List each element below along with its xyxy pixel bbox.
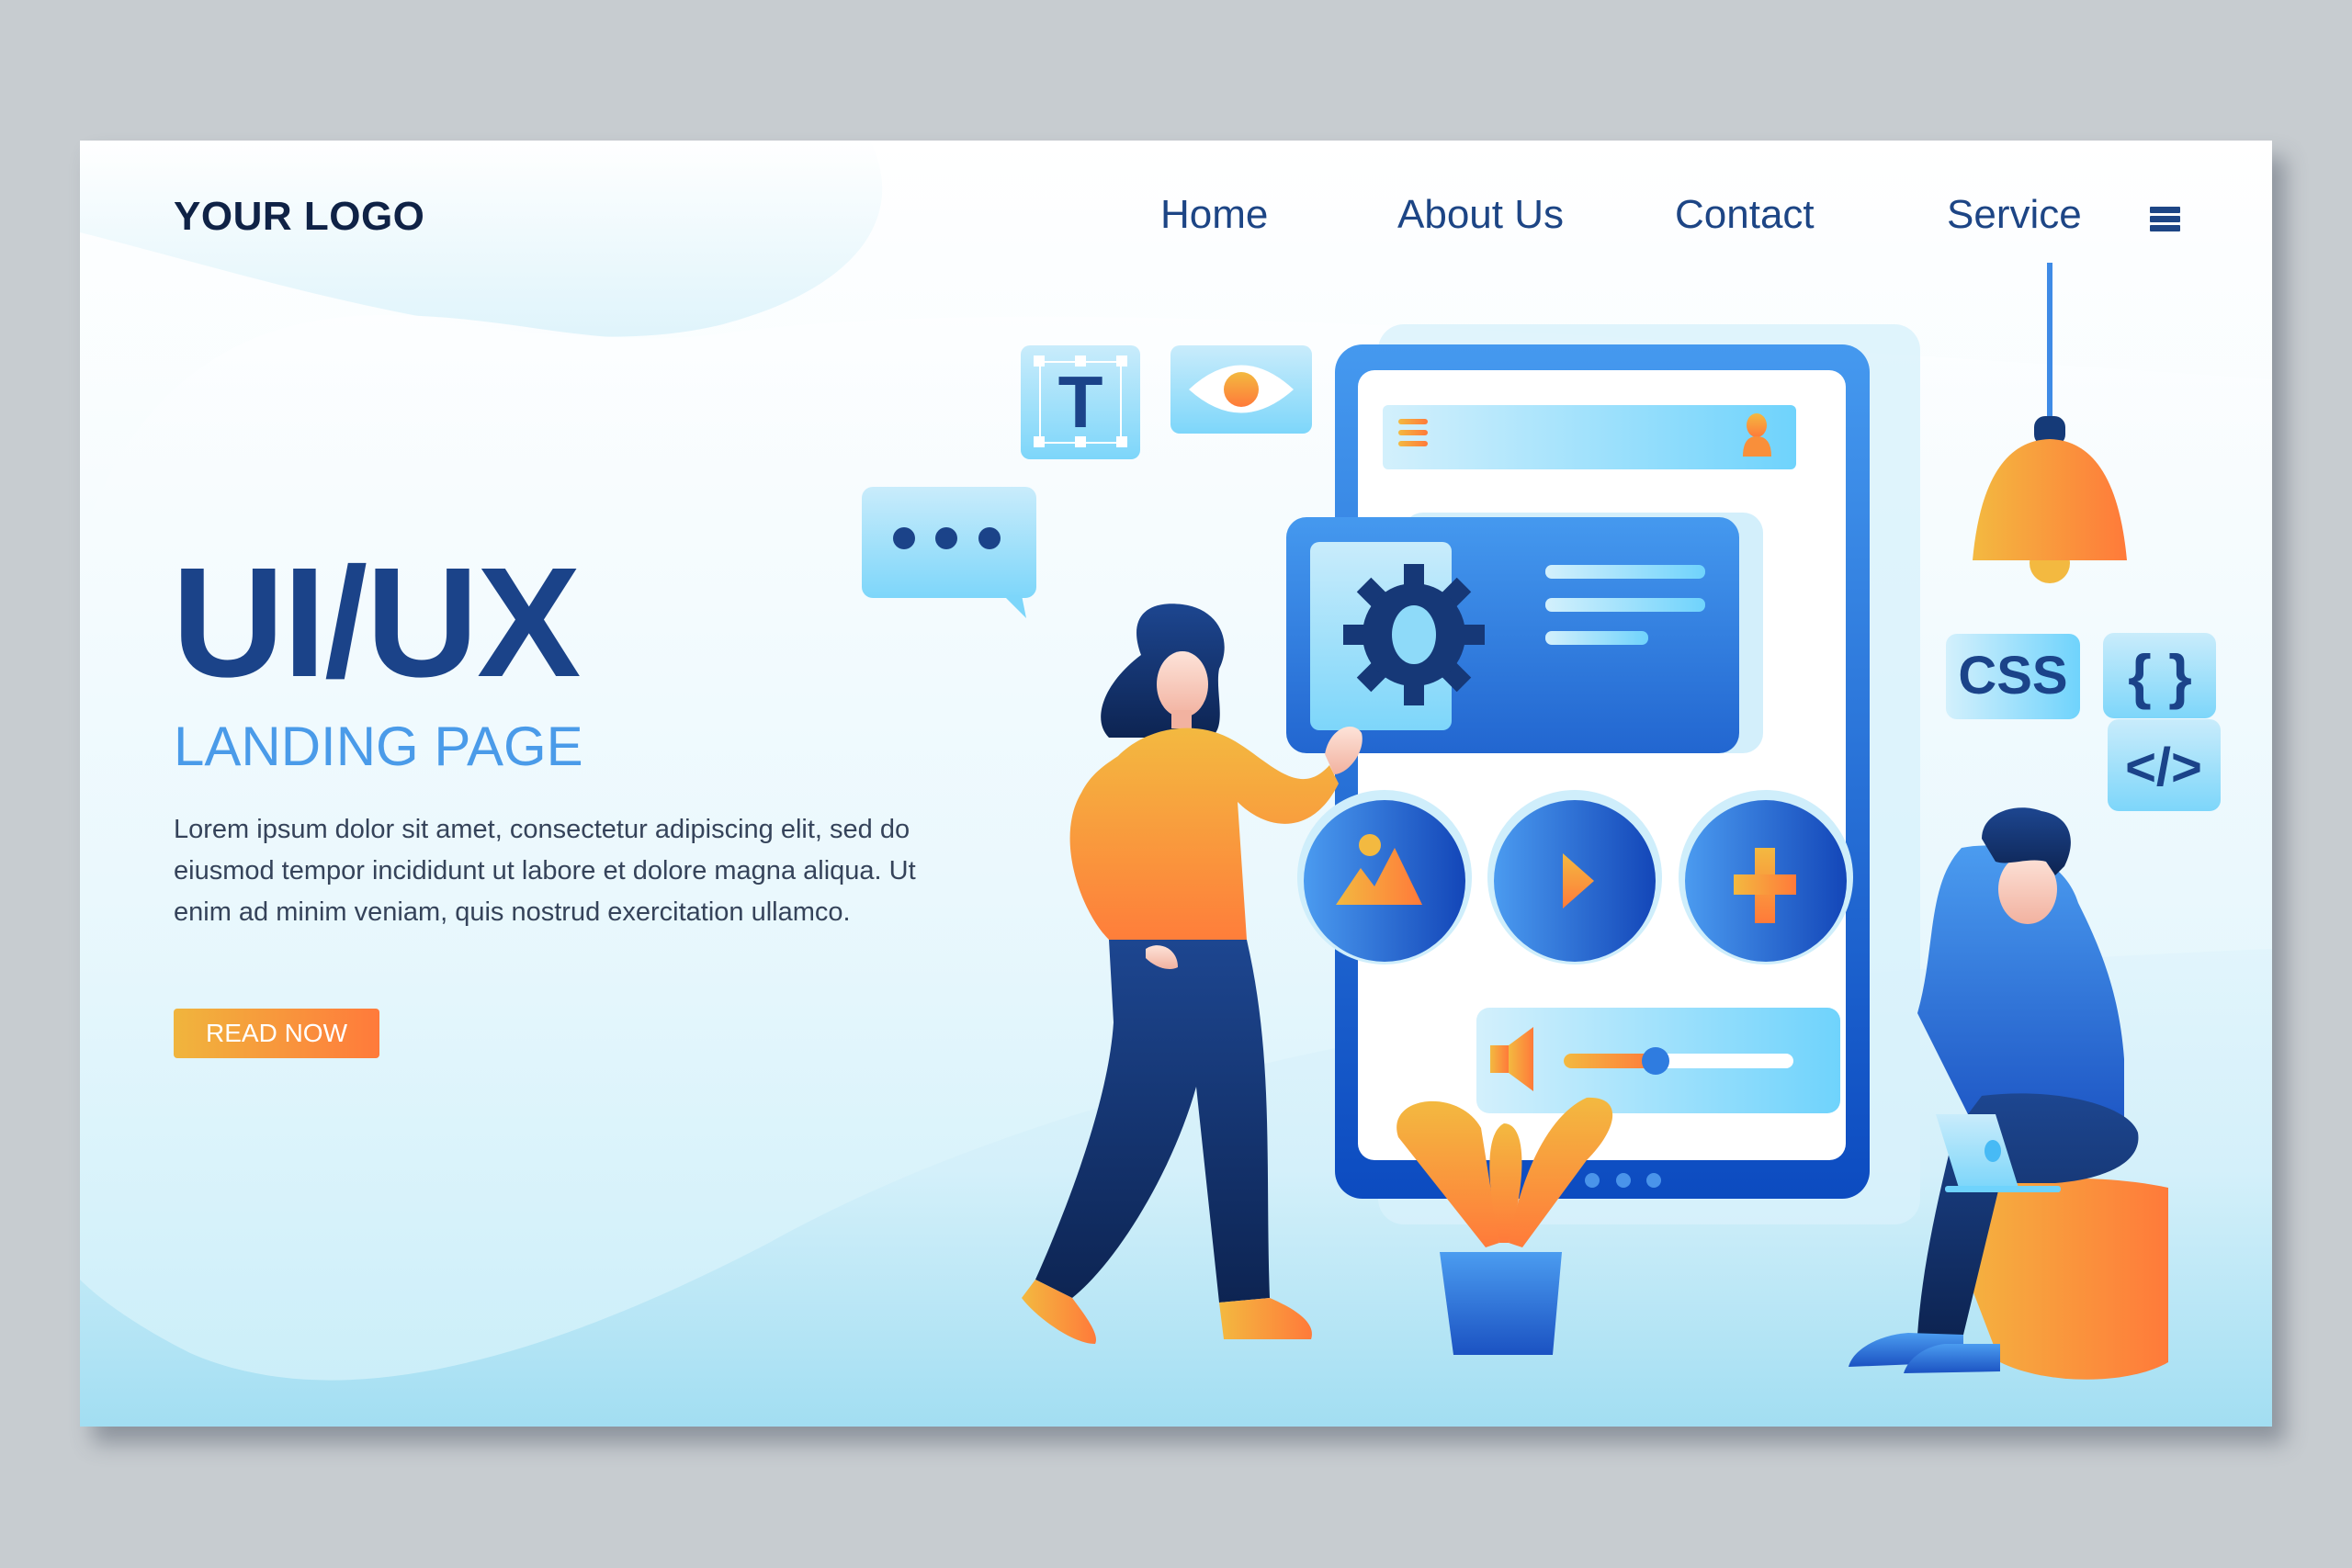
phone-mockup — [1286, 344, 1870, 1199]
lamp-icon — [1973, 263, 2127, 583]
eye-icon — [1170, 345, 1312, 434]
text-tool-icon: T — [1021, 345, 1140, 459]
plus-icon — [1685, 800, 1847, 962]
text-tool-glyph: T — [1058, 361, 1103, 443]
chat-bubble-icon — [862, 487, 1036, 618]
volume-knob[interactable] — [1642, 1047, 1669, 1075]
hero-illustration: T CSS {} </> — [862, 263, 2221, 1380]
braces-tag-icon: { } — [2103, 633, 2216, 718]
play-icon — [1494, 800, 1656, 962]
code-tag-icon: </> — [2108, 719, 2221, 811]
gear-icon — [1343, 564, 1485, 705]
css-label: CSS — [1958, 646, 2067, 705]
menu-lines-icon — [1398, 419, 1428, 446]
css-tag-icon: CSS — [1946, 634, 2080, 719]
landing-page-card: YOUR LOGO Home About Us Contact Service … — [80, 141, 2272, 1427]
image-icon — [1304, 800, 1465, 962]
phone-top-bar — [1383, 405, 1796, 469]
plant-icon — [1396, 1097, 1613, 1355]
braces-label: { } — [2128, 642, 2192, 710]
code-label: </> — [2125, 738, 2202, 797]
